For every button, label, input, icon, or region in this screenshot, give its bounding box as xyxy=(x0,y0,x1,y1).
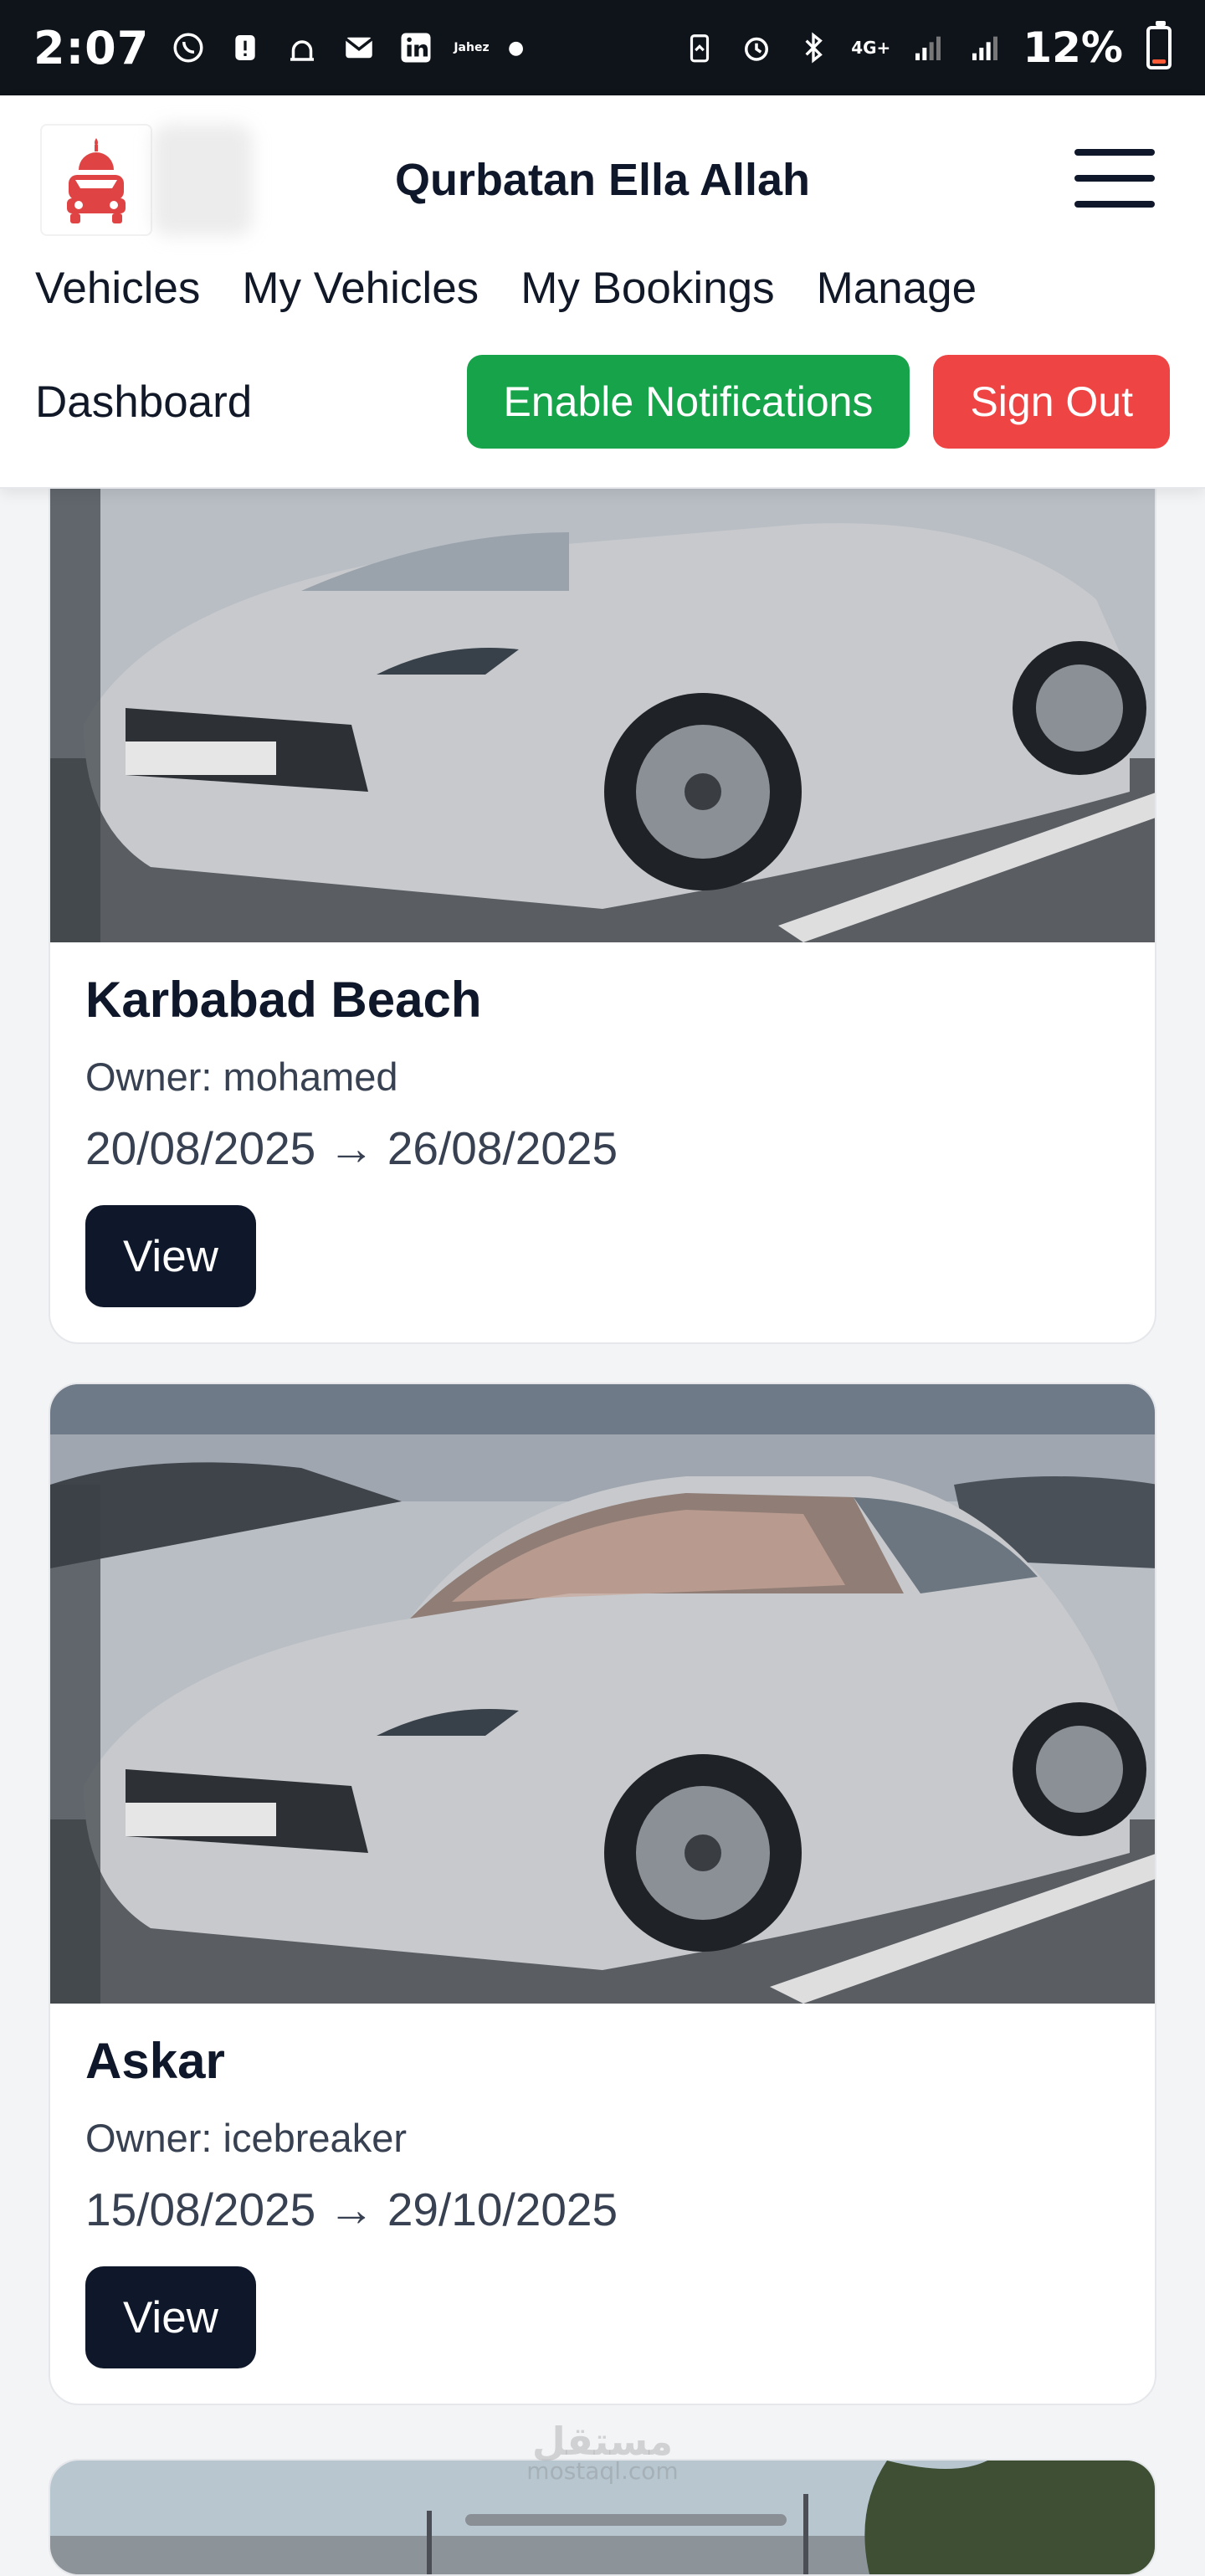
car-photo-icon xyxy=(50,1384,1155,2004)
status-bar: 2:07 Jahez ● 4G+ 12% xyxy=(0,0,1205,95)
status-time: 2:07 xyxy=(33,21,150,74)
nav-my-vehicles[interactable]: My Vehicles xyxy=(242,263,479,314)
jahez-icon: Jahez xyxy=(454,41,490,54)
battery-icon xyxy=(1146,21,1172,69)
vehicle-title: Askar xyxy=(85,2033,225,2089)
watermark-latin: mostaql.com xyxy=(526,2457,679,2485)
watermark: مستقل mostaql.com xyxy=(0,2419,1205,2485)
alert-icon xyxy=(226,28,264,67)
view-button[interactable]: View xyxy=(85,1205,256,1307)
booking-dates: 15/08/2025 → 29/10/2025 xyxy=(85,2183,618,2235)
menu-icon[interactable] xyxy=(1074,149,1155,208)
owner-text: Owner: icebreaker xyxy=(85,2116,407,2160)
app-header: Qurbatan Ella Allah Vehicles My Vehicles… xyxy=(0,95,1205,489)
vehicle-title: Karbabad Beach xyxy=(85,972,482,1028)
mail-icon xyxy=(340,28,378,67)
linkedin-icon xyxy=(397,28,435,67)
sign-out-button[interactable]: Sign Out xyxy=(933,355,1170,449)
nav-manage[interactable]: Manage xyxy=(817,263,977,314)
more-dot-icon: ● xyxy=(508,37,525,59)
whatsapp-icon xyxy=(169,28,208,67)
nav-actions: Dashboard Enable Notifications Sign Out xyxy=(35,355,1170,449)
battery-percent: 12% xyxy=(1023,23,1123,72)
home-indicator[interactable] xyxy=(465,2514,787,2526)
nav-links: Vehicles My Vehicles My Bookings Manage xyxy=(35,263,977,314)
nav-vehicles[interactable]: Vehicles xyxy=(35,263,200,314)
vehicle-image xyxy=(50,1384,1155,2004)
view-button[interactable]: View xyxy=(85,2266,256,2368)
owner-text: Owner: mohamed xyxy=(85,1055,398,1099)
system-icons: 4G+ 12% xyxy=(680,21,1172,72)
page-title: Qurbatan Ella Allah xyxy=(394,155,811,205)
notification-icons: Jahez ● xyxy=(169,28,524,67)
network-type-icon: 4G+ xyxy=(851,38,891,58)
booking-dates: 20/08/2025 → 26/08/2025 xyxy=(85,1122,618,1174)
bluetooth-icon xyxy=(794,28,833,67)
signal-2-icon xyxy=(966,28,1004,67)
alarm-icon xyxy=(737,28,776,67)
mosque-icon xyxy=(283,28,321,67)
nav-my-bookings[interactable]: My Bookings xyxy=(520,263,774,314)
battery-saver-icon xyxy=(680,28,719,67)
nav-dashboard[interactable]: Dashboard xyxy=(35,377,252,428)
signal-1-icon xyxy=(909,28,947,67)
enable-notifications-button[interactable]: Enable Notifications xyxy=(466,355,910,449)
booking-card: Askar Owner: icebreaker 15/08/2025 → 29/… xyxy=(49,1383,1156,2405)
